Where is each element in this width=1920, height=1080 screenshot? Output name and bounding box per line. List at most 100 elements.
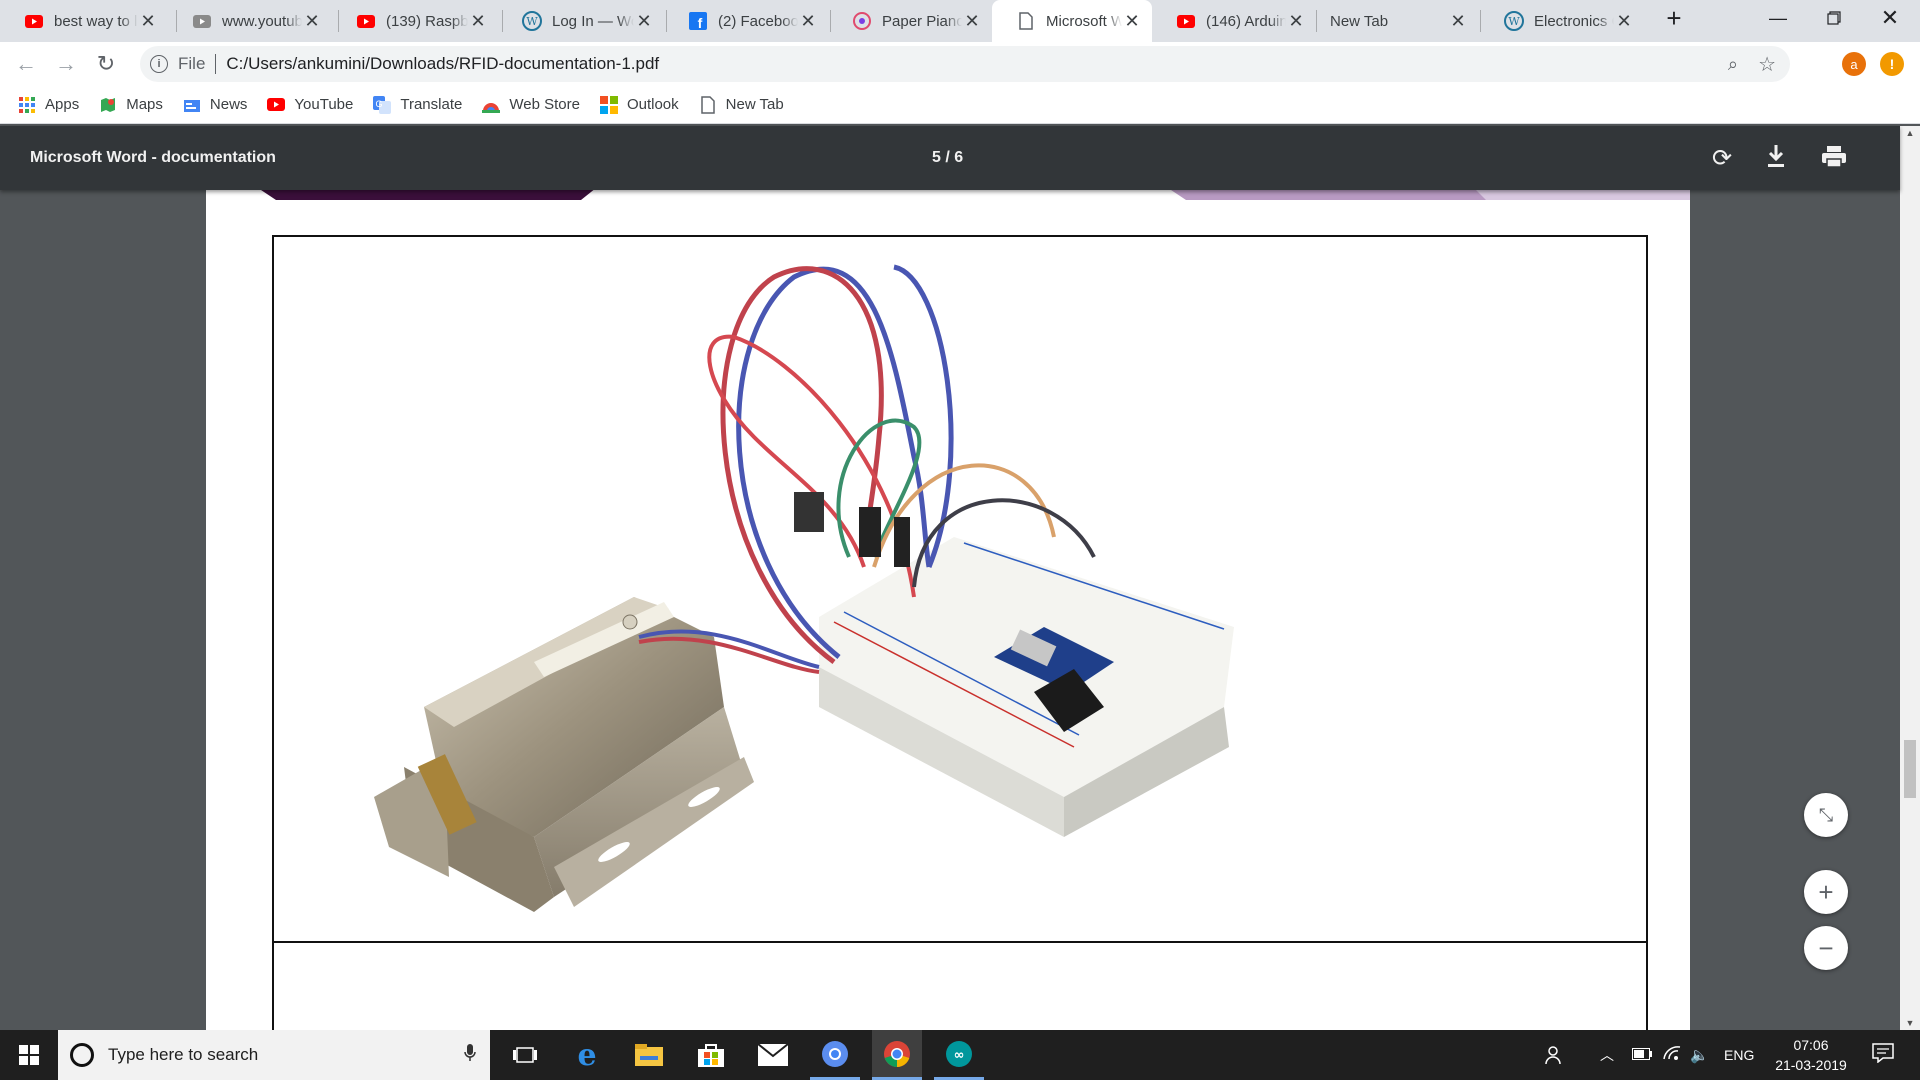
wifi-icon[interactable] <box>1662 1045 1682 1065</box>
tab-title: Microsoft W <box>1046 12 1122 30</box>
rotate-icon[interactable]: ⟳ <box>1712 144 1732 173</box>
reload-button[interactable]: ↻ <box>88 46 124 82</box>
close-icon[interactable]: ✕ <box>1286 11 1306 32</box>
youtube-icon <box>1176 11 1196 31</box>
close-icon[interactable]: ✕ <box>962 11 982 32</box>
update-icon[interactable]: ! <box>1880 52 1904 76</box>
bookmark-label: Translate <box>400 96 463 113</box>
bookmark-label: Apps <box>45 96 80 113</box>
tab-9[interactable]: W Electronics C ✕ <box>1480 0 1644 42</box>
forward-button[interactable]: → <box>48 46 84 82</box>
download-icon[interactable] <box>1766 144 1786 172</box>
scrollbar-down-arrow[interactable]: ▼ <box>1900 1018 1920 1028</box>
search-placeholder: Type here to search <box>108 1045 259 1064</box>
close-icon[interactable]: ✕ <box>634 11 654 32</box>
task-view-icon[interactable] <box>500 1030 550 1080</box>
scrollbar-up-arrow[interactable]: ▲ <box>1900 128 1920 138</box>
wordpress-icon: W <box>1504 11 1524 31</box>
tray-overflow-icon[interactable]: ︿ <box>1600 1045 1614 1065</box>
tab-title: best way to l <box>54 12 138 30</box>
bookmark-new-tab[interactable]: New Tab <box>699 95 784 114</box>
svg-text:∞: ∞ <box>954 1048 965 1063</box>
microphone-icon[interactable] <box>464 1044 476 1066</box>
start-button[interactable] <box>0 1030 58 1080</box>
bookmark-youtube[interactable]: YouTube <box>267 96 353 114</box>
maps-icon <box>99 96 117 114</box>
tab-title: Log In — Wo <box>552 12 634 30</box>
close-icon[interactable]: ✕ <box>468 11 488 32</box>
zoom-out-button[interactable]: − <box>1804 926 1848 970</box>
fit-page-button[interactable]: ⤡ <box>1804 793 1848 837</box>
rfid-lock-circuit-photo <box>374 264 1234 912</box>
close-icon[interactable]: ✕ <box>798 11 818 32</box>
tab-4[interactable]: f (2) Facebook ✕ <box>664 0 828 42</box>
table-frame-next <box>272 942 1648 1030</box>
notifications-icon[interactable] <box>1872 1043 1894 1067</box>
bookmark-label: News <box>209 96 248 113</box>
close-icon[interactable]: ✕ <box>302 11 322 32</box>
close-window-button[interactable]: ✕ <box>1862 0 1918 36</box>
print-icon[interactable] <box>1822 146 1846 172</box>
pdf-title: Microsoft Word - documentation <box>30 149 276 166</box>
page-header-banner <box>261 190 1690 200</box>
svg-text:G: G <box>376 99 383 109</box>
tab-8[interactable]: New Tab ✕ <box>1316 0 1478 42</box>
tab-1[interactable]: www.youtub ✕ <box>168 0 332 42</box>
bookmarks-bar: Apps Maps News YouTube G Translate Web St… <box>0 86 1920 124</box>
chrome-taskbar-icon-1[interactable] <box>810 1030 860 1080</box>
bookmark-star-icon[interactable]: ☆ <box>1758 52 1776 77</box>
zoom-icon[interactable]: ⌕ <box>1728 54 1738 75</box>
svg-text:f: f <box>698 15 703 30</box>
cortana-icon <box>70 1043 94 1067</box>
edge-icon[interactable]: e <box>562 1030 612 1080</box>
tab-6-active[interactable]: Microsoft W ✕ <box>992 0 1152 42</box>
bookmark-label: Web Store <box>509 96 580 113</box>
bookmark-apps[interactable]: Apps <box>18 96 79 114</box>
bookmark-translate[interactable]: G Translate <box>373 95 463 114</box>
bookmark-web-store[interactable]: Web Store <box>482 96 580 114</box>
tab-title: New Tab <box>1330 12 1389 30</box>
tab-5[interactable]: Paper Piano ✕ <box>828 0 992 42</box>
tab-2[interactable]: (139) Raspbe ✕ <box>332 0 498 42</box>
close-icon[interactable]: ✕ <box>1614 11 1634 32</box>
bookmark-news[interactable]: News <box>183 96 248 114</box>
tab-3[interactable]: W Log In — Wo ✕ <box>498 0 664 42</box>
bookmark-maps[interactable]: Maps <box>99 96 163 114</box>
volume-icon[interactable]: 🔈 <box>1690 1046 1709 1064</box>
tab-title: (2) Facebook <box>718 12 798 30</box>
close-icon[interactable]: ✕ <box>1448 11 1468 32</box>
avatar[interactable]: a <box>1842 52 1866 76</box>
web-store-icon <box>482 96 501 114</box>
tab-7[interactable]: (146) Arduin ✕ <box>1152 0 1316 42</box>
scrollbar-thumb[interactable] <box>1904 740 1916 798</box>
taskbar-search-box[interactable]: Type here to search <box>58 1030 490 1080</box>
zoom-in-button[interactable]: + <box>1804 870 1848 914</box>
tab-0[interactable]: best way to l ✕ <box>0 0 168 42</box>
omnibox[interactable]: i File C:/Users/ankumini/Downloads/RFID-… <box>140 46 1790 82</box>
language-indicator[interactable]: ENG <box>1724 1047 1754 1063</box>
mail-icon[interactable] <box>748 1030 798 1080</box>
battery-icon[interactable] <box>1632 1047 1652 1064</box>
pdf-viewer[interactable]: ⤡ + − <box>0 190 1900 1030</box>
close-icon[interactable]: ✕ <box>1122 11 1142 32</box>
bookmark-outlook[interactable]: Outlook <box>599 95 679 114</box>
page-icon <box>699 95 717 114</box>
divider <box>215 54 217 74</box>
maximize-button[interactable] <box>1806 0 1862 36</box>
info-icon[interactable]: i <box>150 55 168 73</box>
clock[interactable]: 07:06 21-03-2019 <box>1766 1035 1856 1075</box>
new-tab-button[interactable]: + <box>1646 0 1702 36</box>
back-button[interactable]: ← <box>8 46 44 82</box>
file-explorer-icon[interactable] <box>624 1030 674 1080</box>
chrome-taskbar-icon-2[interactable] <box>872 1030 922 1080</box>
people-icon[interactable] <box>1538 1030 1574 1080</box>
pdf-page <box>206 190 1690 1030</box>
arduino-icon[interactable]: ∞ <box>934 1030 984 1080</box>
close-icon[interactable]: ✕ <box>138 11 158 32</box>
store-icon[interactable] <box>686 1030 736 1080</box>
minimize-button[interactable]: — <box>1750 0 1806 36</box>
page-indicator[interactable]: 5 / 6 <box>932 149 963 167</box>
piano-icon <box>852 11 872 31</box>
scrollbar[interactable]: ▲ ▼ <box>1900 126 1920 1030</box>
youtube-icon <box>356 11 376 31</box>
